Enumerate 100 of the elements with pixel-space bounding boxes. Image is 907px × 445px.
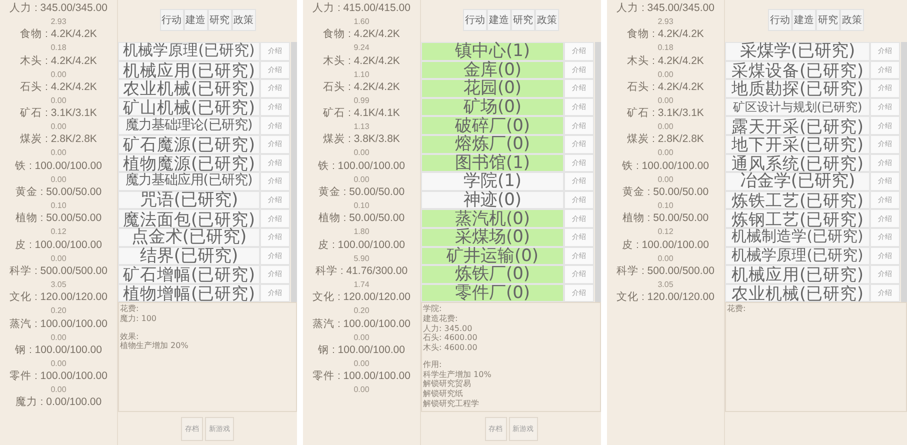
resource-amount: 黄金 : 50.00/50.00 <box>15 186 102 200</box>
list-item[interactable]: 机械应用(已研究) <box>725 265 870 284</box>
resource-amount: 人力 : 415.00/415.00 <box>312 2 410 15</box>
resource-amount: 食物 : 4.2K/4.2K <box>627 28 704 42</box>
scrollbar[interactable] <box>291 42 297 302</box>
list-item[interactable]: 学院(1) <box>421 172 564 191</box>
list-item[interactable]: 矿山机械(已研究) <box>118 98 260 116</box>
list-item[interactable]: 咒语(已研究) <box>118 190 260 210</box>
details-text: 解锁研究纸 <box>423 389 464 399</box>
resource-amount: 蒸汽 : 100.00/100.00 <box>10 318 108 331</box>
resource-rate: 0.00 <box>50 252 66 265</box>
resource-rate: 0.00 <box>658 121 674 134</box>
resource-amount: 石头 : 4.2K/4.2K <box>323 80 400 94</box>
list-item[interactable]: 冶金学(已研究) <box>725 172 870 191</box>
resource-amount: 铁 : 100.00/100.00 <box>318 160 405 173</box>
tab-button[interactable]: 政策 <box>232 9 256 31</box>
list-item[interactable]: 机械制造学(已研究) <box>725 228 870 247</box>
resource-rate: 0.00 <box>50 174 66 186</box>
resource-amount: 科学 : 41.76/300.00 <box>315 264 408 278</box>
details-text: 解锁研究贸易 <box>423 379 472 389</box>
resource-amount: 铁 : 100.00/100.00 <box>15 160 102 173</box>
tab-button[interactable]: 行动 <box>768 9 792 31</box>
resource-rate: 0.00 <box>354 384 370 396</box>
list-item[interactable]: 矿井运输(0) <box>421 246 564 266</box>
list-item[interactable]: 矿石增幅(已研究) <box>118 265 260 284</box>
list-item[interactable]: 地质勘探(已研究) <box>725 79 870 98</box>
list-item[interactable]: 露天开采(已研究) <box>725 116 870 135</box>
resource-amount: 石头 : 4.2K/4.2K <box>627 80 704 94</box>
resource-rate: 0.10 <box>50 200 66 212</box>
tab-button[interactable]: 建造 <box>792 9 816 31</box>
tab-button[interactable]: 建造 <box>487 9 511 31</box>
resource-rate: 0.00 <box>50 121 66 134</box>
list-item[interactable]: 地下开采(已研究) <box>725 134 870 154</box>
details-text: 木头: 4600.00 <box>423 342 478 352</box>
list-item[interactable]: 矿石魔源(已研究) <box>118 134 260 154</box>
resource-amount: 人力 : 345.00/345.00 <box>616 2 714 15</box>
resource-rate: 0.00 <box>354 358 370 370</box>
list-item[interactable]: 农业机械(已研究) <box>725 284 870 302</box>
resource-amount: 皮 : 100.00/100.00 <box>622 238 709 252</box>
tab-button[interactable]: 行动 <box>160 9 184 31</box>
list-item[interactable]: 魔力基础理论(已研究) <box>118 116 260 135</box>
resource-rate: 0.00 <box>50 384 66 396</box>
list-item[interactable]: 采煤场(0) <box>421 228 564 247</box>
list-item[interactable]: 金库(0) <box>421 60 564 80</box>
list-item[interactable]: 通风系统(已研究) <box>725 154 870 172</box>
list-item[interactable]: 采煤学(已研究) <box>725 42 870 61</box>
list-item[interactable]: 矿场(0) <box>421 98 564 116</box>
list-item[interactable]: 炼铁工艺(已研究) <box>725 190 870 210</box>
scrollbar[interactable] <box>595 42 601 302</box>
list-item[interactable]: 魔力基础应用(已研究) <box>118 172 260 191</box>
resource-amount: 木头 : 4.2K/4.2K <box>627 54 704 68</box>
resource-rate: 3.05 <box>658 278 674 291</box>
list-item[interactable]: 农业机械(已研究) <box>118 79 260 98</box>
resource-rate: 0.99 <box>354 94 370 107</box>
list-item[interactable]: 图书馆(1) <box>421 154 564 172</box>
resource-rate: 3.05 <box>50 278 66 291</box>
list-item[interactable]: 花园(0) <box>421 79 564 98</box>
resource-rate: 0.00 <box>50 147 66 160</box>
resource-amount: 植物 : 50.00/50.00 <box>622 212 709 226</box>
resource-amount: 人力 : 345.00/345.00 <box>10 2 108 15</box>
list-item[interactable]: 点金术(已研究) <box>118 228 260 247</box>
list-item[interactable]: 蒸汽机(0) <box>421 209 564 228</box>
list-item[interactable]: 机械学原理(已研究) <box>725 246 870 266</box>
resource-rate: 0.20 <box>354 305 370 318</box>
list-item[interactable]: 植物增幅(已研究) <box>118 284 260 302</box>
list-item[interactable]: 植物魔源(已研究) <box>118 154 260 172</box>
resource-rate: 0.18 <box>658 42 674 54</box>
list-item[interactable]: 机械应用(已研究) <box>118 60 260 80</box>
tab-button[interactable]: 研究 <box>511 9 535 31</box>
resource-amount: 植物 : 50.00/50.00 <box>318 212 405 226</box>
resource-rate: 2.93 <box>658 16 674 28</box>
list-item[interactable]: 炼铁厂(0) <box>421 265 564 284</box>
resource-amount: 零件 : 100.00/100.00 <box>10 370 108 384</box>
resource-rate: 0.00 <box>658 94 674 107</box>
list-item[interactable]: 魔法面包(已研究) <box>118 209 260 228</box>
list-item[interactable]: 结界(已研究) <box>118 246 260 266</box>
resource-rate: 0.10 <box>354 200 370 212</box>
tab-button[interactable]: 行动 <box>463 9 487 31</box>
list-item[interactable]: 零件厂(0) <box>421 284 564 302</box>
list-item[interactable]: 神迹(0) <box>421 190 564 210</box>
tab-button[interactable]: 研究 <box>208 9 232 31</box>
resource-rate: 0.00 <box>658 147 674 160</box>
tab-button[interactable]: 研究 <box>816 9 840 31</box>
scrollbar[interactable] <box>901 42 907 302</box>
resource-amount: 皮 : 100.00/100.00 <box>15 238 102 252</box>
tab-button[interactable]: 建造 <box>184 9 208 31</box>
resource-amount: 文化 : 120.00/120.00 <box>616 291 714 304</box>
resource-amount: 科学 : 500.00/500.00 <box>10 264 108 278</box>
list-item[interactable]: 炼钢工艺(已研究) <box>725 209 870 228</box>
list-item[interactable]: 破碎厂(0) <box>421 116 564 135</box>
list-item[interactable]: 熔炼厂(0) <box>421 134 564 154</box>
resource-amount: 木头 : 4.2K/4.2K <box>323 54 400 68</box>
list-item[interactable]: 机械学原理(已研究) <box>118 42 260 61</box>
list-item[interactable]: 镇中心(1) <box>421 42 564 61</box>
resource-amount: 植物 : 50.00/50.00 <box>15 212 102 226</box>
list-item[interactable]: 矿区设计与规划(已研究) <box>725 98 870 116</box>
list-item[interactable]: 采煤设备(已研究) <box>725 60 870 80</box>
tab-button[interactable]: 政策 <box>535 9 559 31</box>
details-text: 解锁研究工程学 <box>423 398 480 408</box>
tab-button[interactable]: 政策 <box>840 9 864 31</box>
